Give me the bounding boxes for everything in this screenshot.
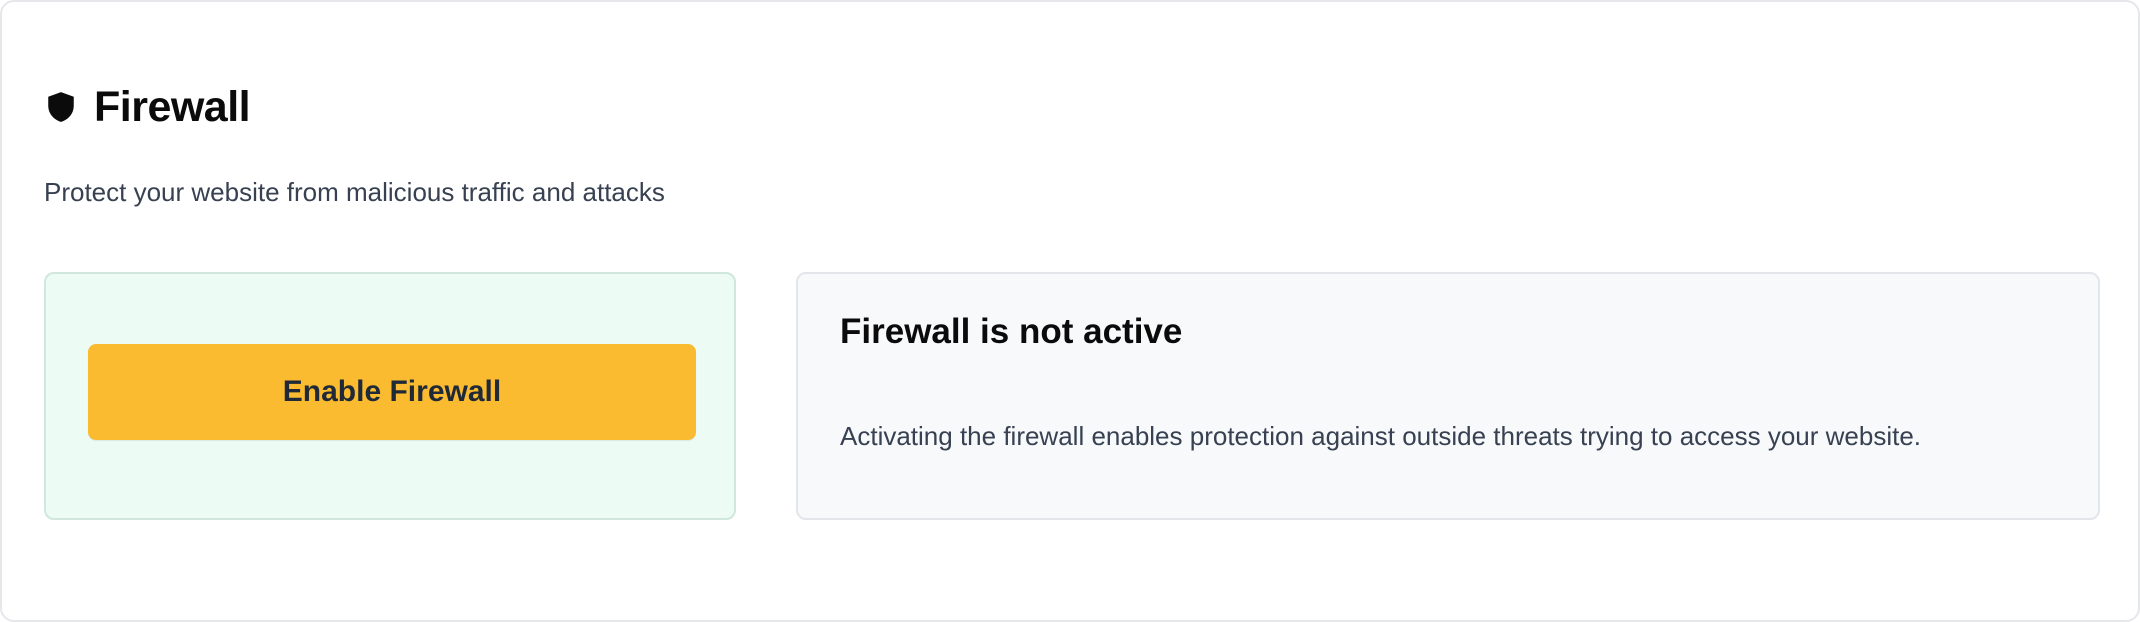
firewall-status-panel: Firewall is not active Activating the fi… bbox=[796, 272, 2100, 520]
header: Firewall bbox=[44, 82, 251, 132]
enable-firewall-panel: Enable Firewall bbox=[44, 272, 736, 520]
page-subtitle: Protect your website from malicious traf… bbox=[44, 177, 665, 207]
status-description: Activating the firewall enables protecti… bbox=[840, 421, 1922, 451]
firewall-card: Firewall Protect your website from malic… bbox=[0, 0, 2140, 622]
enable-firewall-button[interactable]: Enable Firewall bbox=[88, 344, 696, 440]
shield-icon bbox=[44, 90, 78, 124]
page-title: Firewall bbox=[94, 83, 251, 131]
status-title: Firewall is not active bbox=[840, 312, 1183, 351]
